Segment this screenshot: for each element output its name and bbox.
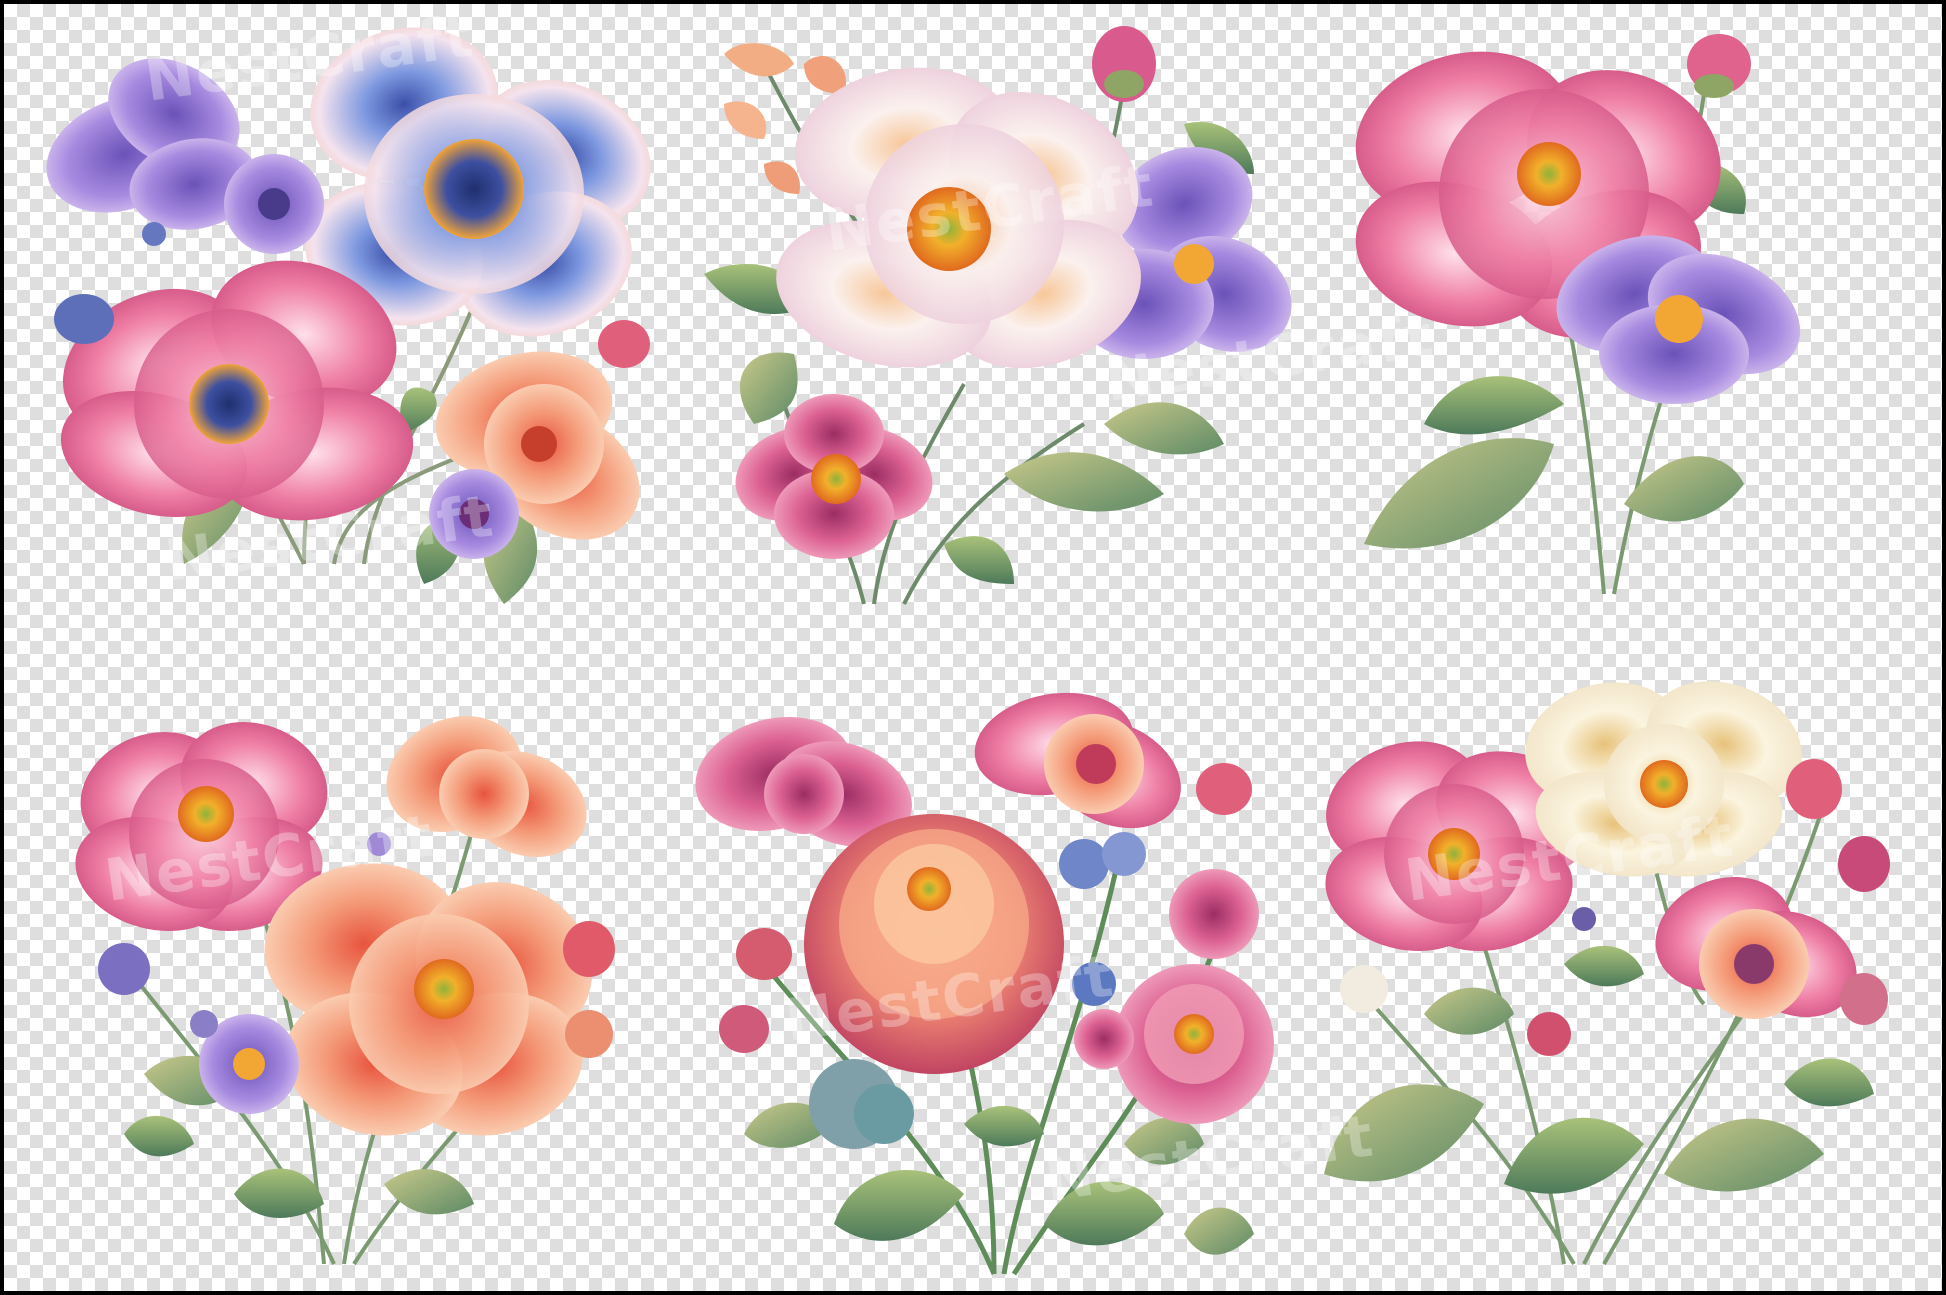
- flower-pink-gerbera: [974, 692, 1181, 829]
- bouquet-3: [1355, 34, 1801, 595]
- flower-pink-anemone-2: [1655, 877, 1857, 1019]
- flower-pink-zinnia: [1114, 964, 1274, 1124]
- bouquet-4: [75, 716, 615, 1266]
- bouquet-5: [695, 692, 1274, 1276]
- image-frame: NestCraft NestCraft NestCraft NestCraft …: [4, 4, 1942, 1291]
- flower-small-violet-2: [429, 469, 519, 559]
- flower-coral: [386, 716, 587, 857]
- flower-zinnia: [804, 814, 1064, 1074]
- bouquet-1: [46, 27, 651, 604]
- flower-small-violet: [224, 154, 324, 254]
- bouquet-2: [704, 26, 1292, 605]
- flower-illustration: [46, 26, 1890, 1276]
- bouquet-6: [1324, 681, 1890, 1266]
